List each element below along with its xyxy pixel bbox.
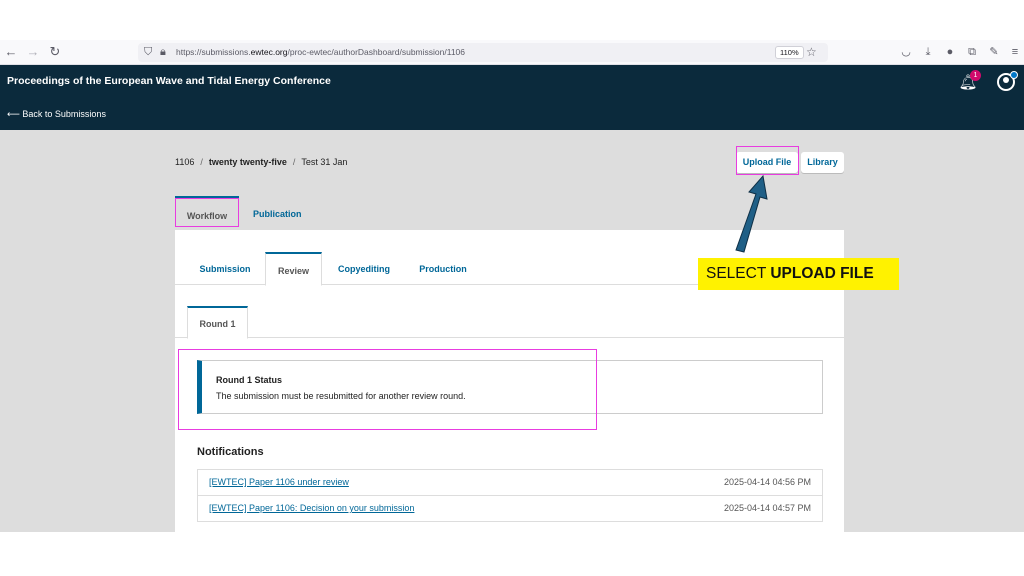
instruction-callout: SELECT UPLOAD FILE bbox=[698, 258, 899, 290]
callout-emphasis: UPLOAD FILE bbox=[770, 265, 874, 282]
callout-prefix: SELECT bbox=[706, 265, 771, 282]
